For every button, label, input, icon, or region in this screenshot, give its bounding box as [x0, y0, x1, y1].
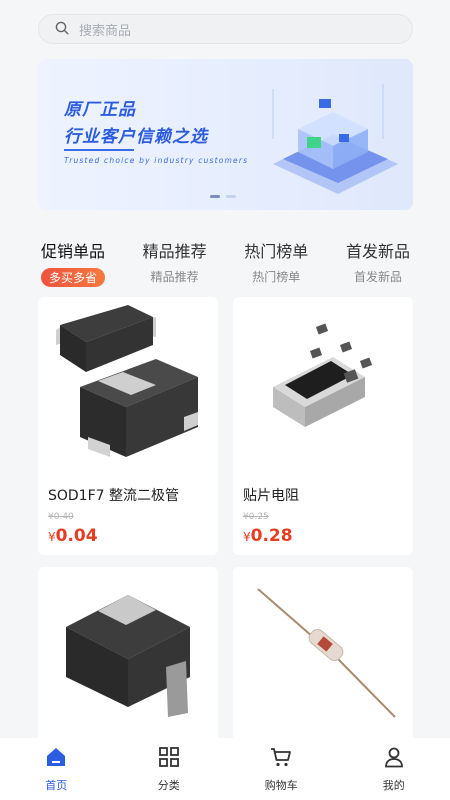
nav-home[interactable]: 首页	[16, 746, 96, 793]
nav-label: 购物车	[264, 779, 298, 792]
product-price: ¥0.04	[48, 526, 98, 546]
tab-subtitle: 精品推荐	[150, 270, 199, 284]
currency-symbol: ¥	[48, 530, 56, 544]
currency-symbol: ¥	[243, 530, 251, 544]
user-icon	[383, 746, 405, 772]
original-price: ¥0.25	[243, 512, 269, 522]
tab-promotions[interactable]: 促销单品 多买多省	[38, 238, 108, 288]
tab-subtitle: 首发新品	[353, 270, 402, 284]
nav-label: 我的	[382, 779, 405, 792]
original-price: ¥0.40	[48, 512, 74, 522]
nav-label: 首页	[45, 779, 68, 792]
category-tabs: 促销单品 多买多省 精品推荐 精品推荐 热门榜单 热门榜单 首发新品 首发新品	[38, 238, 413, 288]
diode-image	[56, 305, 198, 457]
nav-cart[interactable]: 购物车	[241, 746, 321, 793]
banner-tagline: Trusted choice by industry customers	[64, 156, 249, 165]
price-value: 0.04	[55, 526, 98, 546]
tab-new-arrivals[interactable]: 首发新品 首发新品	[343, 238, 413, 288]
nav-category[interactable]: 分类	[129, 746, 209, 793]
tab-title: 热门榜单	[244, 242, 309, 261]
nav-label: 分类	[157, 779, 180, 792]
promo-badge: 多买多省	[40, 268, 105, 287]
tab-title: 促销单品	[40, 242, 105, 261]
search-input[interactable]: 搜索商品	[38, 14, 413, 44]
product-card[interactable]: 贴片电阻 ¥0.25 ¥0.28	[233, 297, 413, 555]
search-icon	[55, 20, 69, 39]
tab-title: 精品推荐	[142, 242, 207, 261]
home-icon	[45, 746, 67, 772]
bottom-nav: 首页 分类 购物车 我的	[0, 738, 450, 800]
banner-headline: 原厂正品	[64, 100, 136, 120]
banner-divider	[64, 149, 134, 151]
tab-subtitle: 热门榜单	[252, 270, 301, 284]
banner-subheadline: 行业客户信赖之选	[64, 127, 208, 147]
tab-title: 首发新品	[345, 242, 410, 261]
carousel-dot[interactable]	[226, 195, 236, 198]
grid-icon	[158, 746, 180, 772]
product-name: SOD1F7 整流二极管	[48, 488, 180, 504]
chip-illustration	[272, 84, 398, 194]
tab-hot-list[interactable]: 热门榜单 热门榜单	[241, 238, 311, 288]
promo-banner[interactable]: 原厂正品 行业客户信赖之选 Trusted choice by industry…	[38, 59, 413, 210]
product-price: ¥0.28	[243, 526, 293, 546]
resistor-image	[273, 323, 373, 427]
cart-icon	[270, 746, 292, 772]
product-card[interactable]	[38, 567, 218, 747]
product-card[interactable]: SOD1F7 整流二极管 ¥0.40 ¥0.04	[38, 297, 218, 555]
nav-profile[interactable]: 我的	[354, 746, 434, 793]
product-card[interactable]	[233, 567, 413, 747]
carousel-dot[interactable]	[210, 195, 220, 198]
product-name: 贴片电阻	[243, 488, 299, 504]
tab-recommended[interactable]: 精品推荐 精品推荐	[140, 238, 210, 288]
carousel-indicator	[210, 195, 236, 198]
glass-diode-image	[257, 588, 396, 718]
price-value: 0.28	[250, 526, 293, 546]
search-placeholder: 搜索商品	[79, 23, 132, 39]
smd-package-image	[66, 595, 190, 717]
